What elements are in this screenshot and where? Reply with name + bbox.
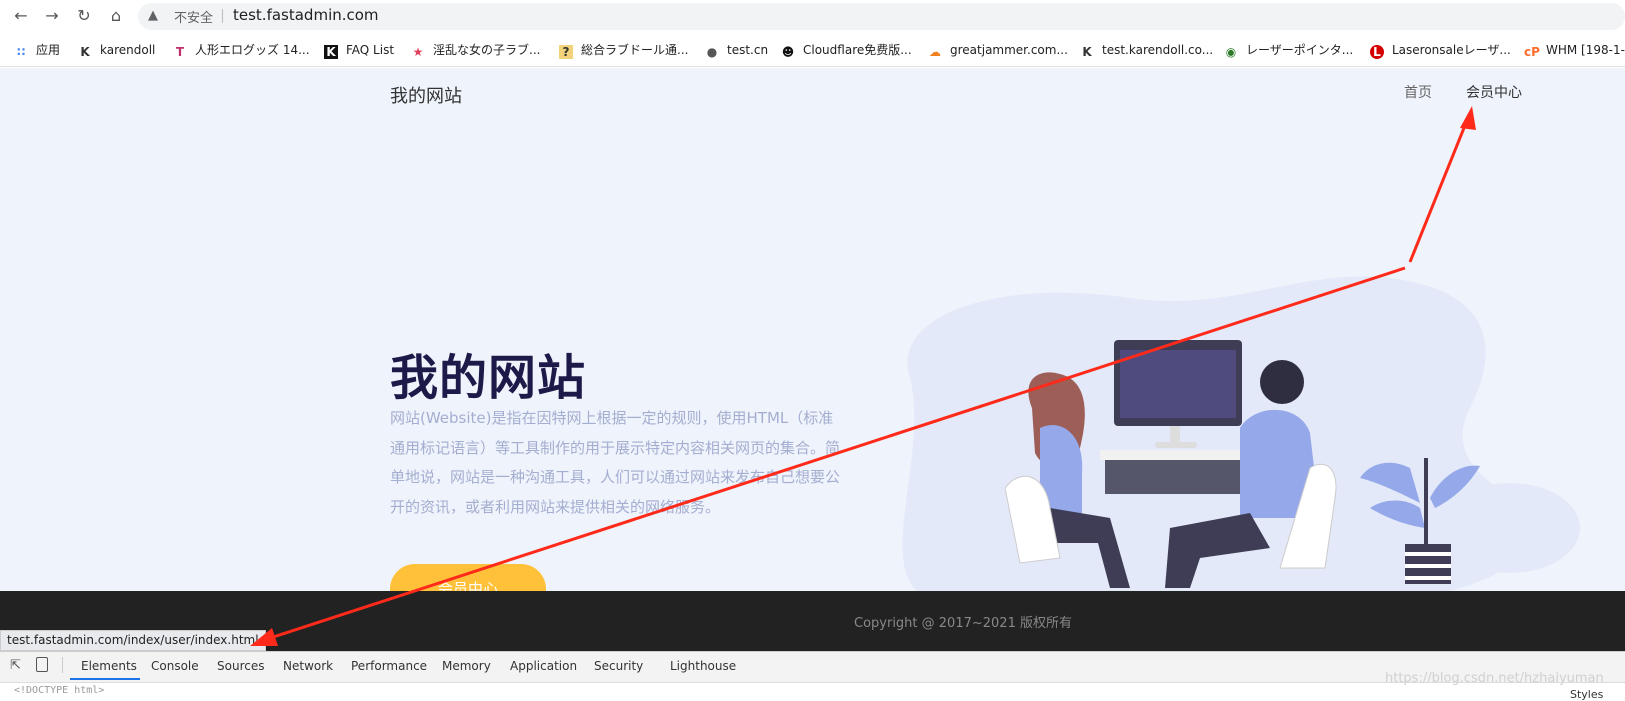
bookmarks-bar: ∷ 应用 Kkarendoll T 人形エログッズ 14... K FAQ List … (0, 33, 1625, 67)
globe-icon: ● (706, 45, 718, 59)
bookmark-faq-list[interactable]: K FAQ List (324, 41, 394, 59)
website-page: 我的网站 首页 会员中心 我的网站 网站(Website)是指在因特网上根据一定… (0, 68, 1625, 591)
k-logo-icon: K (1082, 45, 1092, 59)
bookmark-label: FAQ List (346, 43, 395, 57)
pink-figure-icon: ★ (412, 45, 424, 59)
insecure-label[interactable]: 不安全 (174, 7, 213, 26)
cloud-icon: ☁ (929, 45, 941, 59)
device-toolbar-icon[interactable] (36, 657, 48, 672)
nav-member-center-link[interactable]: 会员中心 (1466, 82, 1522, 102)
bookmark-doll-goods[interactable]: T 人形エログッズ 14... (173, 41, 310, 59)
nav-home-link[interactable]: 首页 (1404, 82, 1432, 102)
reload-icon[interactable]: ↻ (75, 7, 93, 25)
bookmark-karendoll[interactable]: Kkarendoll (78, 41, 155, 59)
devtools-panel: ⇱ Elements Console Sources Network Perfo… (0, 651, 1625, 701)
tab-elements[interactable]: Elements (81, 659, 137, 673)
url-text[interactable]: test.fastadmin.com (233, 6, 379, 24)
bookmark-label: WHM [198-1- (1546, 43, 1625, 57)
face-logo-icon: ☻ (781, 45, 795, 59)
bookmark-label: test.karendoll.co... (1102, 43, 1214, 57)
tab-performance[interactable]: Performance (351, 659, 427, 673)
copyright-text: Copyright @ 2017~2021 版权所有 (854, 616, 1072, 631)
tab-security[interactable]: Security (594, 659, 643, 673)
browser-toolbar: ← → ↻ ⌂ ▲ 不安全 test.fastadmin.com (0, 0, 1625, 33)
bookmark-laser-pointer[interactable]: ◉ レーザーポインタ... (1224, 41, 1353, 59)
warning-triangle-icon[interactable]: ▲ (148, 8, 158, 23)
desk-body (1105, 460, 1255, 494)
hero-illustration (902, 276, 1580, 591)
monitor-stand (1170, 426, 1180, 444)
doctype-node[interactable]: <!DOCTYPE html> (14, 685, 104, 696)
bookmark-label: Cloudflare免费版... (803, 43, 912, 57)
plant-stem (1424, 458, 1428, 548)
tab-console[interactable]: Console (151, 659, 199, 673)
pot-stripe (1405, 576, 1451, 580)
eye-logo-icon: ◉ (1225, 45, 1237, 59)
watermark-text: https://blog.csdn.net/hzhaiyuman (1385, 671, 1604, 686)
bookmark-apps[interactable]: ∷ 应用 (14, 41, 60, 59)
desk-top (1100, 450, 1260, 460)
bookmark-test-karendoll[interactable]: Ktest.karendoll.co... (1080, 41, 1213, 59)
tab-application[interactable]: Application (510, 659, 577, 673)
bookmark-label: 应用 (36, 43, 61, 57)
k-logo-icon: K (80, 45, 90, 59)
red-l-icon: L (1370, 45, 1384, 59)
monitor-screen (1120, 350, 1236, 418)
bookmark-pink[interactable]: ★ 淫乱な女の子ラブ... (411, 41, 541, 59)
tab-sources[interactable]: Sources (217, 659, 264, 673)
background-blob-small (1440, 483, 1580, 573)
bookmark-laseronsale[interactable]: L Laseronsaleレーザ... (1370, 41, 1511, 59)
active-tab-indicator (70, 678, 140, 680)
question-logo-icon: ? (559, 45, 573, 59)
pot-stripe (1405, 552, 1451, 556)
monitor-base (1155, 442, 1197, 448)
bookmark-label: 総合ラブドール通... (581, 43, 689, 57)
t-logo-icon: T (175, 45, 185, 59)
bookmark-label: test.cn (727, 43, 769, 57)
bookmark-cloudflare[interactable]: ☻ Cloudflare免费版... (781, 41, 912, 59)
bookmark-label: レーザーポインタ... (1246, 43, 1354, 57)
bookmark-greatjammer[interactable]: ☁ greatjammer.com... (928, 41, 1068, 59)
k-black-logo-icon: K (324, 45, 338, 59)
bookmark-test-cn[interactable]: ● test.cn (705, 41, 768, 59)
tab-network[interactable]: Network (283, 659, 333, 673)
divider (62, 657, 63, 673)
forward-arrow-icon[interactable]: → (43, 7, 61, 25)
apps-grid-icon: ∷ (16, 45, 26, 59)
tab-memory[interactable]: Memory (442, 659, 491, 673)
member-center-button[interactable]: 会员中心 (390, 564, 546, 591)
divider (222, 9, 223, 23)
hero-title: 我的网站 (390, 350, 587, 406)
tab-lighthouse[interactable]: Lighthouse (670, 659, 736, 673)
hero-description: 网站(Website)是指在因特网上根据一定的规则，使用HTML（标准通用标记语… (390, 409, 841, 516)
styles-tab[interactable]: Styles (1570, 688, 1603, 701)
back-arrow-icon[interactable]: ← (12, 7, 30, 25)
elements-panel: <!DOCTYPE html> https://blog.csdn.net/hz… (0, 671, 1625, 701)
bookmark-label: greatjammer.com... (950, 43, 1068, 57)
man-head (1260, 360, 1304, 404)
pot-stripe (1405, 564, 1451, 568)
bookmark-label: karendoll (100, 43, 156, 57)
bookmark-label: Laseronsaleレーザ... (1392, 43, 1511, 57)
link-status-url: test.fastadmin.com/index/user/index.html (0, 630, 266, 651)
bookmark-label: 人形エログッズ 14... (195, 43, 310, 57)
home-icon[interactable]: ⌂ (107, 7, 125, 25)
cpanel-icon: cP (1524, 45, 1540, 59)
bookmark-whm[interactable]: cP WHM [198-1- (1524, 41, 1625, 59)
bookmark-label: 淫乱な女の子ラブ... (433, 43, 541, 57)
bookmark-general-doll[interactable]: ? 総合ラブドール通... (559, 41, 688, 59)
site-brand[interactable]: 我的网站 (390, 82, 462, 108)
inspect-element-icon[interactable]: ⇱ (10, 658, 21, 673)
